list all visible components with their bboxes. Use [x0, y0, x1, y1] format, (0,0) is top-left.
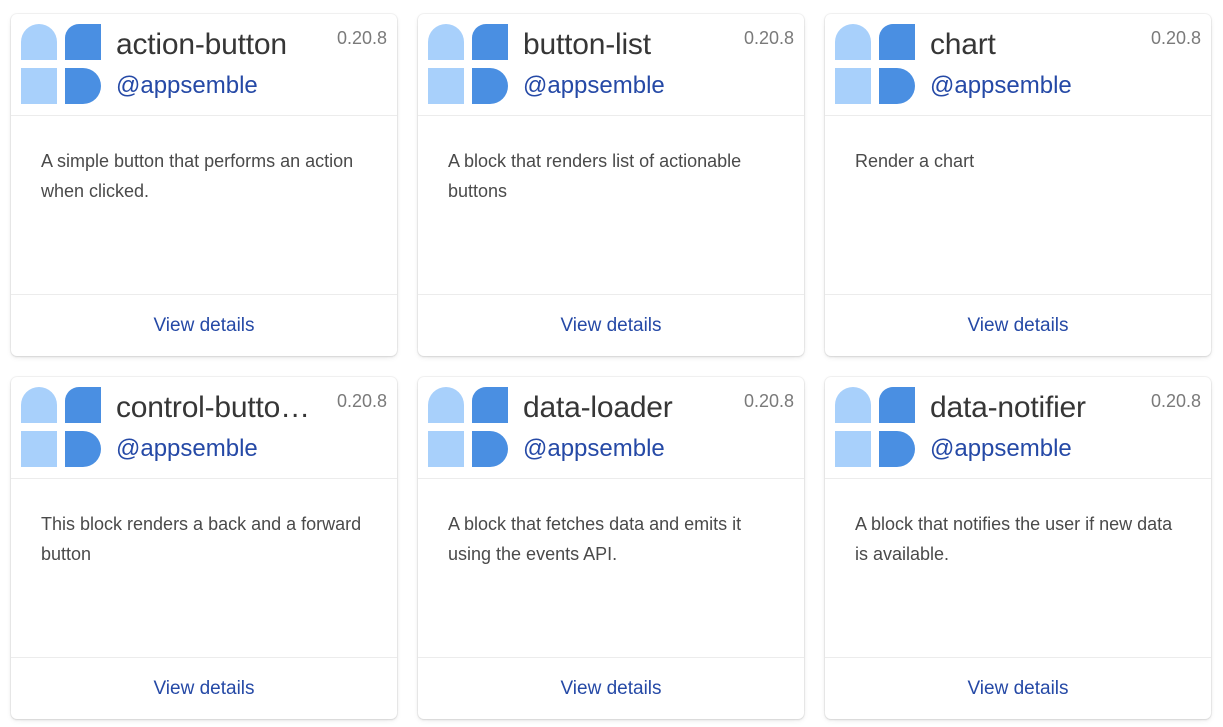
card-footer: View details: [11, 294, 397, 356]
block-card-data-loader: data-loader @appsemble 0.20.8 A block th…: [418, 377, 804, 719]
organization-link[interactable]: @appsemble: [523, 434, 665, 464]
version-label: 0.20.8: [336, 28, 387, 48]
block-description: A block that notifies the user if new da…: [855, 514, 1173, 564]
card-footer: View details: [418, 657, 804, 719]
organization-link[interactable]: @appsemble: [523, 71, 665, 101]
block-title: data-notifier: [930, 391, 1086, 424]
block-title: data-loader: [523, 391, 673, 424]
block-card-data-notifier: data-notifier @appsemble 0.20.8 A block …: [825, 377, 1211, 719]
card-header: control-butto… @appsemble 0.20.8: [11, 377, 397, 479]
appsemble-logo-icon: [21, 387, 101, 467]
card-header: action-button @appsemble 0.20.8: [11, 14, 397, 116]
card-footer: View details: [418, 294, 804, 356]
block-title: action-button: [116, 28, 287, 61]
block-card-button-list: button-list @appsemble 0.20.8 A block th…: [418, 14, 804, 356]
organization-link[interactable]: @appsemble: [116, 71, 258, 101]
appsemble-logo-icon: [835, 24, 915, 104]
view-details-link[interactable]: View details: [153, 678, 254, 700]
version-label: 0.20.8: [743, 391, 794, 411]
card-header: chart @appsemble 0.20.8: [825, 14, 1211, 116]
view-details-link[interactable]: View details: [967, 315, 1068, 337]
view-details-link[interactable]: View details: [967, 678, 1068, 700]
card-footer: View details: [11, 657, 397, 719]
view-details-link[interactable]: View details: [560, 315, 661, 337]
block-title: control-butto…: [116, 391, 310, 424]
view-details-link[interactable]: View details: [153, 315, 254, 337]
version-label: 0.20.8: [1150, 28, 1201, 48]
card-footer: View details: [825, 294, 1211, 356]
block-card-grid: action-button @appsemble 0.20.8 A simple…: [0, 0, 1223, 727]
block-title: chart: [930, 28, 996, 61]
block-description: A block that fetches data and emits it u…: [448, 514, 742, 564]
block-card-chart: chart @appsemble 0.20.8 Render a chart V…: [825, 14, 1211, 356]
block-description: A block that renders list of actionable …: [448, 151, 742, 201]
appsemble-logo-icon: [21, 24, 101, 104]
version-label: 0.20.8: [743, 28, 794, 48]
block-title: button-list: [523, 28, 651, 61]
organization-link[interactable]: @appsemble: [930, 434, 1072, 464]
version-label: 0.20.8: [336, 391, 387, 411]
appsemble-logo-icon: [835, 387, 915, 467]
organization-link[interactable]: @appsemble: [930, 71, 1072, 101]
appsemble-logo-icon: [428, 24, 508, 104]
card-footer: View details: [825, 657, 1211, 719]
card-header: button-list @appsemble 0.20.8: [418, 14, 804, 116]
block-description: This block renders a back and a forward …: [41, 514, 362, 564]
version-label: 0.20.8: [1150, 391, 1201, 411]
block-card-action-button: action-button @appsemble 0.20.8 A simple…: [11, 14, 397, 356]
card-header: data-notifier @appsemble 0.20.8: [825, 377, 1211, 479]
view-details-link[interactable]: View details: [560, 678, 661, 700]
block-description: Render a chart: [855, 151, 975, 171]
block-description: A simple button that performs an action …: [41, 151, 354, 201]
block-card-control-buttons: control-butto… @appsemble 0.20.8 This bl…: [11, 377, 397, 719]
appsemble-logo-icon: [428, 387, 508, 467]
organization-link[interactable]: @appsemble: [116, 434, 258, 464]
card-header: data-loader @appsemble 0.20.8: [418, 377, 804, 479]
